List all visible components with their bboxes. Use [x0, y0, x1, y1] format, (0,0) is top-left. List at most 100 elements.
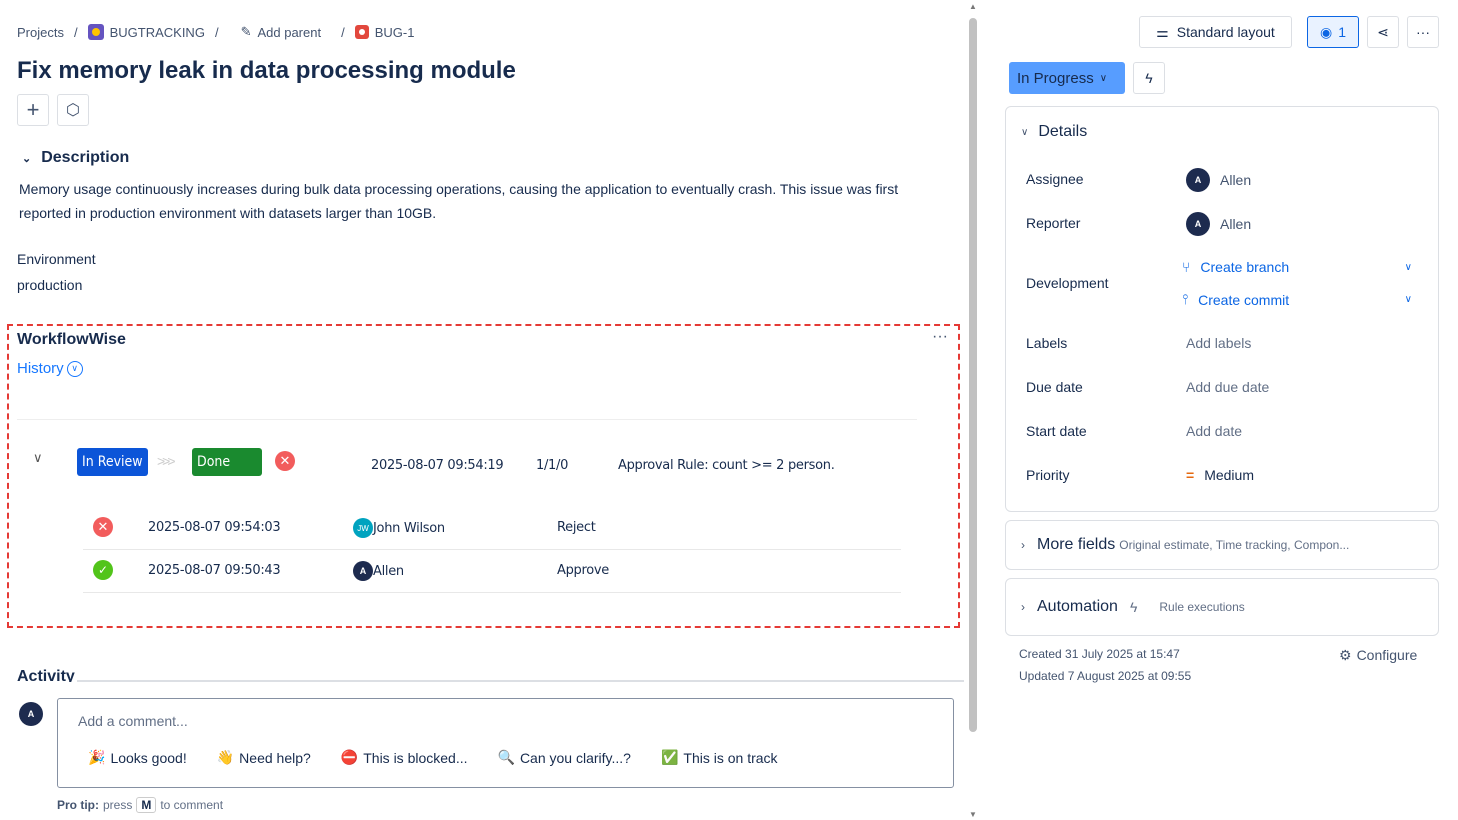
updated-date: Updated 7 August 2025 at 09:55	[1019, 669, 1192, 683]
description-text[interactable]: Memory usage continuously increases duri…	[19, 177, 949, 225]
approver-name: John Wilson	[373, 520, 445, 536]
more-icon[interactable]: ···	[932, 328, 948, 346]
wave-icon: 👋	[216, 749, 235, 765]
chevron-down-icon: ∨	[1099, 72, 1108, 84]
quick-reply-label: This is blocked...	[363, 749, 468, 766]
to-status-badge: Done	[192, 448, 262, 476]
more-fields-hint: Original estimate, Time tracking, Compon…	[1119, 538, 1350, 552]
more-fields-panel[interactable]: › More fields Original estimate, Time tr…	[1005, 520, 1439, 570]
details-heading: Details	[1038, 123, 1088, 140]
status-label: In Progress	[1017, 69, 1094, 87]
scroll-down-icon[interactable]: ▼	[969, 810, 977, 819]
check-box-icon: ✅	[660, 749, 679, 765]
rejected-icon: ✕	[275, 451, 295, 471]
approval-timestamp: 2025-08-07 09:50:43	[148, 563, 281, 578]
divider	[77, 680, 964, 682]
start-date-field[interactable]: Add date	[1186, 423, 1242, 439]
divider	[17, 419, 917, 420]
quick-reply-clarify[interactable]: 🔍 Can you clarify...?	[498, 749, 631, 766]
labels-label: Labels	[1026, 335, 1068, 351]
breadcrumb: Projects / BUGTRACKING / ✎ Add parent / BUG…	[17, 24, 415, 40]
approval-counts: 1/1/0	[536, 458, 569, 473]
priority-field[interactable]: = Medium	[1186, 467, 1254, 483]
layout-label: Standard layout	[1176, 24, 1275, 40]
avatar: JW	[353, 518, 373, 538]
assignee-field[interactable]: A Allen	[1186, 168, 1251, 192]
tip-text: press	[103, 798, 133, 812]
description-heading: Description	[41, 149, 130, 166]
configure-button[interactable]: ⚙ Configure	[1339, 647, 1417, 664]
approver: JW John Wilson	[353, 518, 445, 538]
approval-row: ✓ 2025-08-07 09:50:43 A Allen Approve	[83, 550, 901, 593]
quick-reply-label: Need help?	[239, 749, 311, 766]
automation-button[interactable]: ϟ	[1133, 62, 1165, 94]
expand-chevron-icon[interactable]: ∨	[33, 450, 43, 466]
layout-button[interactable]: ⚌ Standard layout	[1139, 16, 1292, 48]
assignee-name: Allen	[1220, 172, 1252, 188]
approval-rule: Approval Rule: count >= 2 person.	[618, 458, 835, 473]
comment-box[interactable]: Add a comment... 🎉 Looks good! 👋 Need help…	[57, 698, 954, 788]
quick-reply-need-help[interactable]: 👋 Need help?	[217, 749, 311, 766]
approve-icon: ✓	[93, 560, 113, 580]
breadcrumb-project[interactable]: BUGTRACKING	[110, 25, 205, 40]
lightning-icon: ϟ	[1145, 70, 1153, 86]
project-icon	[87, 24, 104, 40]
reporter-name: Allen	[1220, 216, 1252, 232]
scroll-up-icon[interactable]: ▲	[969, 2, 977, 11]
activity-heading: Activity	[17, 668, 75, 682]
assignee-label: Assignee	[1026, 171, 1084, 187]
hexagon-icon: ⬡	[66, 102, 80, 119]
approver: A Allen	[353, 561, 404, 581]
details-panel: ∨ Details Assignee A Allen Reporter A Allen…	[1005, 106, 1439, 512]
configure-label: Configure	[1356, 647, 1418, 663]
create-commit-link[interactable]: ⫯ Create commit ∨	[1182, 291, 1412, 308]
avatar: A	[353, 561, 373, 581]
share-button[interactable]: ⋖	[1367, 16, 1399, 48]
plus-icon: +	[26, 97, 40, 122]
share-icon: ⋖	[1377, 23, 1389, 40]
approval-row: ✕ 2025-08-07 09:54:03 JW John Wilson Reje…	[83, 507, 901, 550]
description-toggle[interactable]: ⌄ Description	[22, 149, 129, 167]
automation-panel[interactable]: › Automation ϟ Rule executions	[1005, 578, 1439, 636]
breadcrumb-issue-key[interactable]: BUG-1	[375, 25, 415, 40]
priority-value: Medium	[1204, 467, 1254, 483]
issue-title[interactable]: Fix memory leak in data processing modul…	[17, 57, 516, 85]
add-button[interactable]: +	[17, 94, 49, 126]
create-branch-link[interactable]: ⑂ Create branch ∨	[1182, 259, 1412, 275]
quick-reply-blocked[interactable]: ⛔ This is blocked...	[341, 749, 468, 766]
watch-button[interactable]: ◉ 1	[1307, 16, 1359, 48]
environment-value[interactable]: production	[17, 277, 82, 293]
reporter-field[interactable]: A Allen	[1186, 212, 1251, 236]
eye-icon: ◉	[1319, 23, 1333, 40]
workflowwise-panel: WorkflowWise ··· History ∨ ∨ In Review >>…	[7, 324, 960, 628]
more-actions-button[interactable]: ···	[1407, 16, 1439, 48]
more-fields-title: More fields	[1037, 536, 1116, 553]
quick-reply-on-track[interactable]: ✅ This is on track	[661, 749, 778, 766]
labels-field[interactable]: Add labels	[1186, 335, 1251, 351]
due-date-label: Due date	[1026, 379, 1083, 395]
branch-icon: ⑂	[1182, 259, 1191, 275]
apps-button[interactable]: ⬡	[57, 94, 89, 126]
from-status-badge: In Review	[77, 448, 148, 476]
due-date-field[interactable]: Add due date	[1186, 379, 1269, 395]
sliders-icon: ⚌	[1156, 23, 1169, 40]
history-toggle[interactable]: History ∨	[17, 360, 83, 377]
avatar: A	[1186, 168, 1210, 192]
chevron-right-icon: ›	[1021, 538, 1025, 552]
comment-input[interactable]: Add a comment...	[78, 713, 188, 729]
details-toggle[interactable]: ∨ Details	[1021, 123, 1087, 141]
tip-text: to comment	[160, 798, 224, 812]
add-parent-link[interactable]: Add parent	[257, 25, 321, 40]
quick-reply-looks-good[interactable]: 🎉 Looks good!	[88, 749, 187, 766]
status-dropdown[interactable]: In Progress ∨	[1009, 62, 1125, 94]
watchers-count: 1	[1338, 24, 1346, 40]
scrollbar[interactable]	[969, 18, 977, 732]
rule-executions-link[interactable]: Rule executions	[1159, 600, 1244, 614]
reject-icon: ✕	[93, 517, 113, 537]
environment-label: Environment	[17, 251, 96, 267]
chevron-right-icon: ›	[1021, 600, 1025, 614]
no-entry-icon: ⛔	[340, 749, 359, 765]
breadcrumb-projects[interactable]: Projects	[17, 25, 64, 40]
more-icon: ···	[1416, 24, 1430, 40]
arrow-icon: >>>	[157, 453, 175, 469]
